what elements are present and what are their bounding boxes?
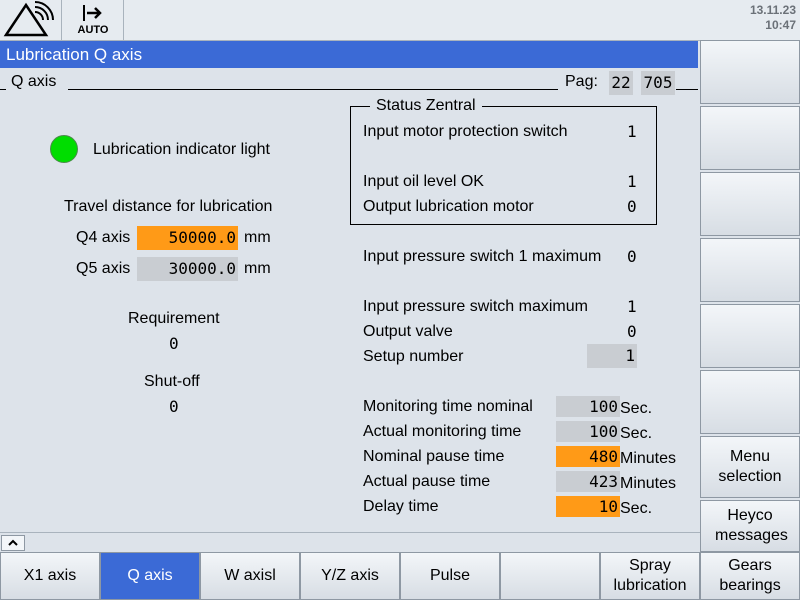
- status-zentral-title: Status Zentral: [370, 96, 482, 116]
- mon-actual-label: Actual monitoring time: [363, 423, 522, 440]
- lubrication-indicator-light: [50, 135, 78, 163]
- tab-spray-label: Spray lubrication: [613, 557, 687, 594]
- page-number: 22: [609, 71, 633, 95]
- setup-number-field[interactable]: 1: [587, 344, 637, 368]
- softkey-2[interactable]: [700, 106, 800, 170]
- time-text: 10:47: [765, 18, 796, 32]
- softkey-4[interactable]: [700, 238, 800, 302]
- pause-actual-label: Actual pause time: [363, 473, 491, 490]
- auto-mode-icon[interactable]: AUTO: [62, 0, 124, 40]
- tab-yz-label: Y/Z axis: [321, 567, 379, 584]
- motor-protection-value: 1: [627, 122, 637, 141]
- q4-unit: mm: [244, 229, 271, 246]
- section-line-left: [0, 89, 6, 90]
- pressure-label: Input pressure switch maximum: [363, 298, 588, 315]
- bottom-strip: [0, 532, 700, 553]
- menu-selection-button[interactable]: Menu selection: [700, 436, 800, 498]
- tab-pulse[interactable]: Pulse: [400, 552, 500, 600]
- q4-axis-field[interactable]: 50000.0: [137, 226, 238, 250]
- q5-axis-field[interactable]: 30000.0: [137, 257, 238, 281]
- mode-label: AUTO: [77, 24, 109, 36]
- date-time: 13.11.23 10:47: [750, 3, 796, 33]
- page-title: Lubrication Q axis: [0, 41, 698, 68]
- tab-gears-label: Gears bearings: [719, 557, 781, 594]
- date-text: 13.11.23: [749, 3, 796, 17]
- menu-selection-label: Menu selection: [718, 448, 782, 485]
- valve-label: Output valve: [363, 323, 453, 340]
- requirement-value: 0: [169, 334, 179, 353]
- tab-w-label: W axisl: [224, 567, 276, 584]
- main-panel: Q axis Pag: 22 705 Lubrication indicator…: [0, 68, 698, 532]
- tab-pulse-label: Pulse: [429, 567, 471, 584]
- heyco-messages-button[interactable]: Heyco messages: [700, 500, 800, 552]
- machine-alarm-icon[interactable]: [0, 0, 62, 40]
- q4-axis-label: Q4 axis: [76, 229, 131, 246]
- tab-x1-axis[interactable]: X1 axis: [0, 552, 100, 600]
- tab-q-label: Q axis: [127, 567, 173, 584]
- tab-gears-bearings[interactable]: Gears bearings: [700, 552, 800, 600]
- q5-axis-label: Q5 axis: [76, 260, 131, 277]
- indicator-label: Lubrication indicator light: [93, 141, 270, 158]
- mon-actual-field[interactable]: 100: [556, 421, 620, 442]
- section-line-right: [676, 89, 698, 90]
- heyco-messages-label: Heyco messages: [715, 507, 788, 544]
- softkey-5[interactable]: [700, 304, 800, 368]
- delay-time-field[interactable]: 10: [556, 496, 620, 517]
- pressure1-label: Input pressure switch 1 maximum: [363, 248, 602, 265]
- page-label: Pag:: [565, 73, 598, 90]
- tab-spray-lubrication[interactable]: Spray lubrication: [600, 552, 700, 600]
- tab-yz-axis[interactable]: Y/Z axis: [300, 552, 400, 600]
- mon-nominal-unit: Sec.: [620, 400, 653, 417]
- oil-level-label: Input oil level OK: [363, 173, 484, 190]
- q5-unit: mm: [244, 260, 271, 277]
- section-label: Q axis: [11, 73, 57, 90]
- delay-time-label: Delay time: [363, 498, 439, 515]
- page-code: 705: [641, 71, 675, 95]
- tab-empty[interactable]: [500, 552, 600, 600]
- pause-actual-unit: Minutes: [620, 475, 677, 492]
- section-line-middle: [68, 89, 558, 90]
- mon-nominal-field[interactable]: 100: [556, 396, 620, 417]
- delay-time-unit: Sec.: [620, 500, 653, 517]
- tab-w-axis[interactable]: W axisl: [200, 552, 300, 600]
- mon-nominal-label: Monitoring time nominal: [363, 398, 533, 415]
- pressure1-value: 0: [627, 247, 637, 266]
- pause-actual-field[interactable]: 423: [556, 471, 620, 492]
- chevron-up-icon: [8, 539, 18, 546]
- pressure-value: 1: [627, 297, 637, 316]
- requirement-label: Requirement: [128, 310, 220, 327]
- pause-nominal-label: Nominal pause time: [363, 448, 505, 465]
- tab-x1-label: X1 axis: [23, 567, 77, 584]
- travel-distance-heading: Travel distance for lubrication: [64, 198, 273, 215]
- softkey-6[interactable]: [700, 370, 800, 434]
- top-status-bar: AUTO 13.11.23 10:47: [0, 0, 800, 41]
- mon-actual-unit: Sec.: [620, 425, 653, 442]
- lub-motor-label: Output lubrication motor: [363, 198, 534, 215]
- shutoff-value: 0: [169, 397, 179, 416]
- setup-number-label: Setup number: [363, 348, 464, 365]
- pause-nominal-field[interactable]: 480: [556, 446, 620, 467]
- tab-q-axis[interactable]: Q axis: [100, 552, 200, 600]
- lub-motor-value: 0: [627, 197, 637, 216]
- expand-up-button[interactable]: [1, 535, 25, 551]
- motor-protection-label: Input motor protection switch: [363, 123, 568, 140]
- shutoff-label: Shut-off: [144, 373, 200, 390]
- oil-level-value: 1: [627, 172, 637, 191]
- softkey-3[interactable]: [700, 172, 800, 236]
- pause-nominal-unit: Minutes: [620, 450, 677, 467]
- valve-value: 0: [627, 322, 637, 341]
- softkey-1[interactable]: [700, 40, 800, 104]
